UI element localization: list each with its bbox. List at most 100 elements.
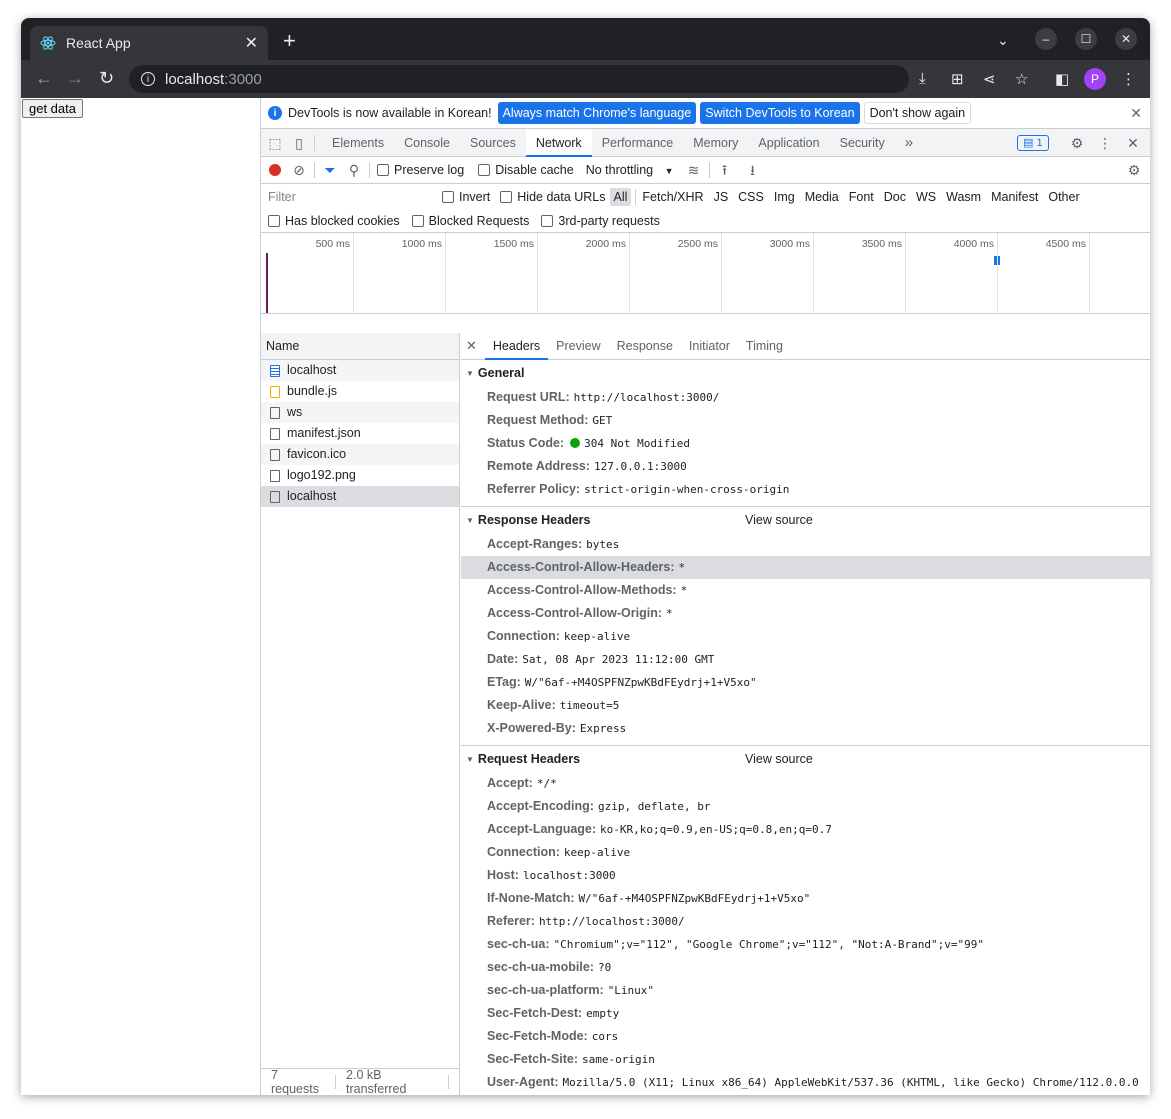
general-header[interactable]: ▼ General xyxy=(461,360,1150,386)
header-row[interactable]: sec-ch-ua-platform: "Linux" xyxy=(461,979,1150,1002)
settings-gear-icon[interactable]: ⚙ xyxy=(1069,135,1085,151)
menu-icon[interactable]: ⋮ xyxy=(1121,70,1136,88)
address-bar[interactable]: i localhost:3000 xyxy=(129,65,909,93)
header-row[interactable]: Access-Control-Allow-Headers: * xyxy=(461,556,1150,579)
request-headers-header[interactable]: ▼ Request Headers View source xyxy=(461,746,1150,772)
tab-preview[interactable]: Preview xyxy=(548,333,608,360)
device-toolbar-icon[interactable]: ▯ xyxy=(291,135,307,151)
view-source-link[interactable]: View source xyxy=(745,513,813,527)
dont-show-again-button[interactable]: Don't show again xyxy=(863,102,972,124)
match-language-button[interactable]: Always match Chrome's language xyxy=(497,102,697,124)
bookmark-star-icon[interactable]: ☆ xyxy=(1015,70,1028,88)
tab-application[interactable]: Application xyxy=(748,129,829,157)
new-tab-icon[interactable]: + xyxy=(283,30,296,52)
tab-security[interactable]: Security xyxy=(830,129,895,157)
header-row[interactable]: Safari/537.36 xyxy=(461,1094,1150,1095)
maximize-icon[interactable]: ☐ xyxy=(1075,28,1097,50)
has-blocked-cookies-checkbox[interactable] xyxy=(268,214,280,227)
tab-elements[interactable]: Elements xyxy=(322,129,394,157)
header-row[interactable]: Accept-Encoding: gzip, deflate, br xyxy=(461,795,1150,818)
filter-type-wasm[interactable]: Wasm xyxy=(942,188,985,206)
header-row[interactable]: Access-Control-Allow-Origin: * xyxy=(461,602,1150,625)
export-har-icon[interactable]: ⭳ xyxy=(745,162,761,178)
blocked-requests-checkbox[interactable] xyxy=(411,214,424,227)
tab-response[interactable]: Response xyxy=(609,333,681,360)
tab-headers[interactable]: Headers xyxy=(484,333,549,360)
inspect-element-icon[interactable]: ⬚ xyxy=(267,135,283,151)
header-row[interactable]: Referer: http://localhost:3000/ xyxy=(461,910,1150,933)
header-row[interactable]: sec-ch-ua: "Chromium";v="112", "Google Ch… xyxy=(461,933,1150,956)
has-blocked-cookies-option[interactable]: Has blocked cookies xyxy=(268,214,400,228)
network-conditions-icon[interactable]: ≋ xyxy=(686,162,702,178)
header-row[interactable]: Access-Control-Allow-Methods: * xyxy=(461,579,1150,602)
filter-type-ws[interactable]: WS xyxy=(912,188,940,206)
record-icon[interactable] xyxy=(269,164,281,176)
view-source-link[interactable]: View source xyxy=(745,752,813,766)
throttling-select[interactable]: No throttling ▼ xyxy=(586,163,674,177)
filter-type-manifest[interactable]: Manifest xyxy=(987,188,1042,206)
request-row[interactable]: ws xyxy=(261,402,459,423)
infobar-close-icon[interactable]: ✕ xyxy=(1130,105,1142,122)
disable-cache-checkbox[interactable] xyxy=(478,164,491,176)
tab-console[interactable]: Console xyxy=(394,129,460,157)
header-row[interactable]: Host: localhost:3000 xyxy=(461,864,1150,887)
tab-timing[interactable]: Timing xyxy=(738,333,791,360)
translate-icon[interactable]: ⊞ xyxy=(951,70,964,88)
close-devtools-icon[interactable]: ✕ xyxy=(1125,135,1141,151)
tab-search-icon[interactable]: ⌄ xyxy=(997,32,1009,49)
more-options-icon[interactable]: ⋮ xyxy=(1097,135,1113,151)
header-row[interactable]: sec-ch-ua-mobile: ?0 xyxy=(461,956,1150,979)
header-row[interactable]: Connection: keep-alive xyxy=(461,841,1150,864)
header-row[interactable]: Status Code: 304 Not Modified xyxy=(461,432,1150,455)
minimize-icon[interactable]: – xyxy=(1035,28,1057,50)
header-row[interactable]: Accept-Ranges: bytes xyxy=(461,533,1150,556)
network-settings-gear-icon[interactable]: ⚙ xyxy=(1126,162,1142,178)
header-row[interactable]: Request Method: GET xyxy=(461,409,1150,432)
filter-icon[interactable]: ⏷ xyxy=(322,162,338,178)
header-row[interactable]: Request URL: http://localhost:3000/ xyxy=(461,386,1150,409)
third-party-checkbox[interactable] xyxy=(541,214,554,227)
filter-type-media[interactable]: Media xyxy=(801,188,843,206)
blocked-requests-option[interactable]: Blocked Requests xyxy=(411,214,529,228)
header-row[interactable]: Connection: keep-alive xyxy=(461,625,1150,648)
header-row[interactable]: Keep-Alive: timeout=5 xyxy=(461,694,1150,717)
request-row[interactable]: bundle.js xyxy=(261,381,459,402)
request-row[interactable]: logo192.png xyxy=(261,465,459,486)
reload-icon[interactable]: ↻ xyxy=(99,68,114,89)
window-close-icon[interactable]: ✕ xyxy=(1115,28,1137,50)
clear-icon[interactable]: ⊘ xyxy=(291,162,307,178)
header-row[interactable]: Sec-Fetch-Dest: empty xyxy=(461,1002,1150,1025)
back-icon[interactable]: ← xyxy=(35,68,53,89)
tab-memory[interactable]: Memory xyxy=(683,129,748,157)
hide-data-urls-checkbox[interactable] xyxy=(500,190,513,203)
name-column-header[interactable]: Name xyxy=(261,333,459,360)
avatar[interactable]: P xyxy=(1084,68,1106,90)
header-row[interactable]: User-Agent: Mozilla/5.0 (X11; Linux x86_6… xyxy=(461,1071,1150,1094)
filter-type-js[interactable]: JS xyxy=(710,188,733,206)
timeline-overview[interactable]: 500 ms 1000 ms 1500 ms 2000 ms 2500 ms 3000 m… xyxy=(261,233,1150,314)
header-row[interactable]: Remote Address: 127.0.0.1:3000 xyxy=(461,455,1150,478)
filter-type-all[interactable]: All xyxy=(609,187,632,206)
request-row[interactable]: localhost xyxy=(261,360,459,381)
header-row[interactable]: If-None-Match: W/"6af-+M4OSPFNZpwKBdFEydr… xyxy=(461,887,1150,910)
header-row[interactable]: Referrer Policy: strict-origin-when-cross… xyxy=(461,478,1150,501)
header-row[interactable]: Date: Sat, 08 Apr 2023 11:12:00 GMT xyxy=(461,648,1150,671)
third-party-option[interactable]: 3rd-party requests xyxy=(541,214,660,228)
filter-type-css[interactable]: CSS xyxy=(734,188,768,206)
close-detail-icon[interactable]: ✕ xyxy=(466,338,477,354)
request-row[interactable]: favicon.ico xyxy=(261,444,459,465)
response-headers-header[interactable]: ▼ Response Headers View source xyxy=(461,507,1150,533)
install-icon[interactable]: ⤓ xyxy=(919,70,926,87)
tab-sources[interactable]: Sources xyxy=(460,129,526,157)
header-row[interactable]: ETag: W/"6af-+M4OSPFNZpwKBdFEydrj+1+V5xo" xyxy=(461,671,1150,694)
tab-close-icon[interactable]: ✕ xyxy=(245,33,258,53)
header-row[interactable]: Sec-Fetch-Site: same-origin xyxy=(461,1048,1150,1071)
filter-type-fetch-xhr[interactable]: Fetch/XHR xyxy=(638,188,707,206)
forward-icon[interactable]: → xyxy=(66,68,84,89)
get-data-button[interactable]: get data xyxy=(22,99,83,118)
invert-checkbox[interactable] xyxy=(442,190,454,203)
more-tabs-icon[interactable]: » xyxy=(895,129,923,157)
header-row[interactable]: Accept: */* xyxy=(461,772,1150,795)
header-row[interactable]: X-Powered-By: Express xyxy=(461,717,1150,740)
filter-type-img[interactable]: Img xyxy=(770,188,799,206)
